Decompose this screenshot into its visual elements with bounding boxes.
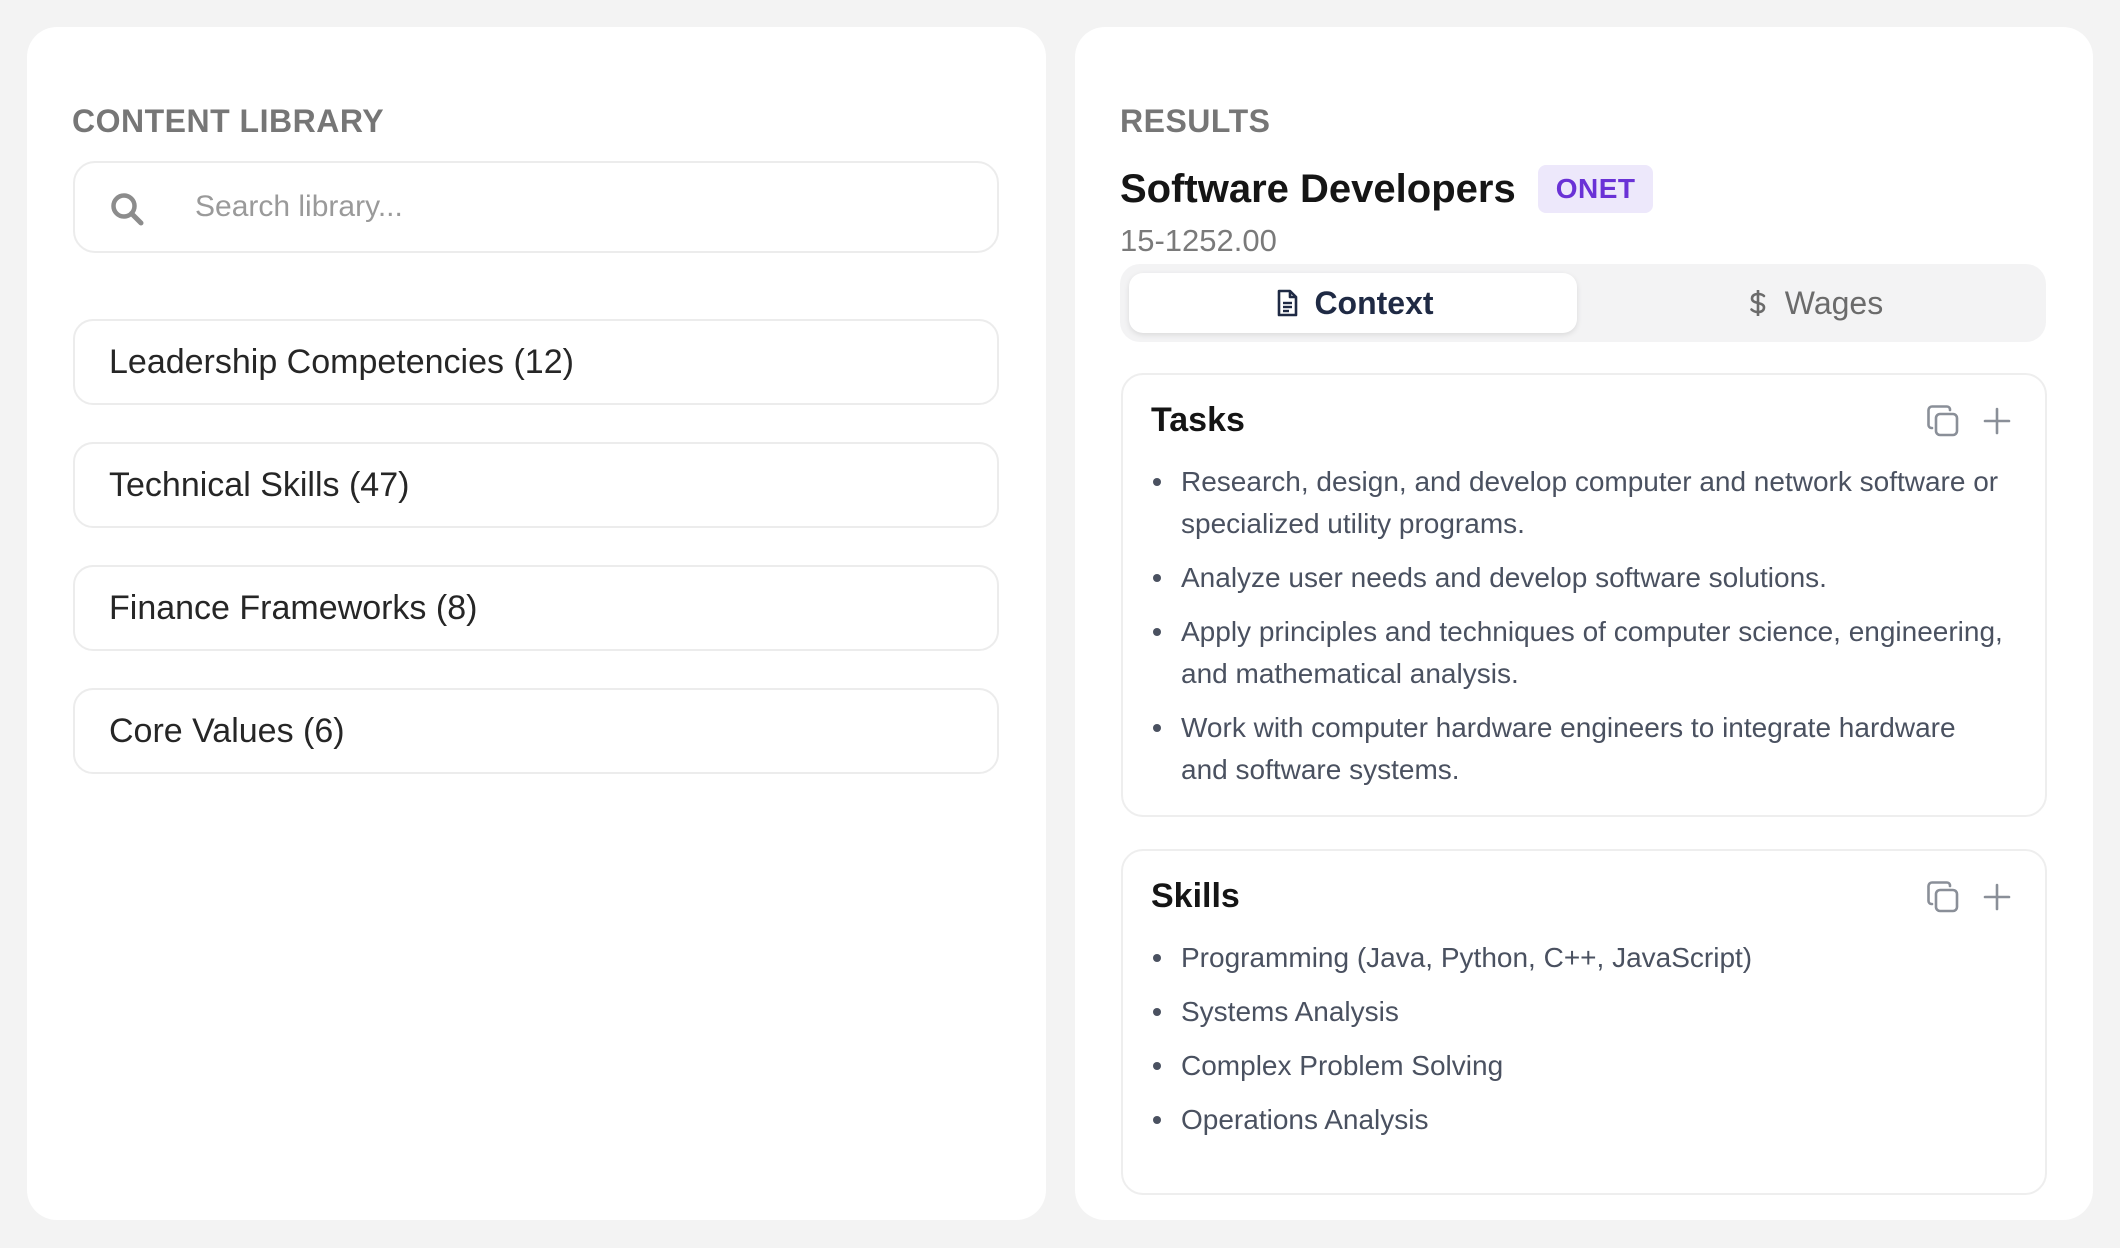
tasks-card: Tasks Research, design, and develop comp… xyxy=(1121,373,2047,817)
document-icon xyxy=(1272,288,1302,318)
results-panel: RESULTS Software Developers ONET 15-1252… xyxy=(1075,27,2093,1220)
plus-icon[interactable] xyxy=(1979,879,2015,915)
list-item: Research, design, and develop computer a… xyxy=(1151,461,2005,545)
list-item: Work with computer hardware engineers to… xyxy=(1151,707,2005,791)
skills-actions xyxy=(1925,879,2015,915)
occupation-header: Software Developers ONET xyxy=(1120,165,1654,213)
tasks-actions xyxy=(1925,403,2015,439)
skills-title: Skills xyxy=(1151,877,1240,915)
tab-context[interactable]: Context xyxy=(1129,273,1577,333)
library-item-leadership-competencies[interactable]: Leadership Competencies (12) xyxy=(73,319,999,405)
list-item: Operations Analysis xyxy=(1151,1099,2005,1141)
list-item: Systems Analysis xyxy=(1151,991,2005,1033)
occupation-title: Software Developers xyxy=(1120,166,1516,211)
list-item: Complex Problem Solving xyxy=(1151,1045,2005,1087)
tab-wages[interactable]: Wages xyxy=(1589,273,2037,333)
content-library-panel: CONTENT LIBRARY Leadership Competencies … xyxy=(27,27,1046,1220)
library-item-core-values[interactable]: Core Values (6) xyxy=(73,688,999,774)
skills-card: Skills Programming (Java, Python, C++, J… xyxy=(1121,849,2047,1195)
library-item-technical-skills[interactable]: Technical Skills (47) xyxy=(73,442,999,528)
search-box[interactable] xyxy=(73,161,999,253)
skills-list: Programming (Java, Python, C++, JavaScri… xyxy=(1151,937,2005,1153)
source-badge: ONET xyxy=(1537,165,1654,213)
copy-icon[interactable] xyxy=(1925,879,1961,915)
content-library-heading: CONTENT LIBRARY xyxy=(72,103,385,139)
search-icon xyxy=(109,191,145,227)
library-item-finance-frameworks[interactable]: Finance Frameworks (8) xyxy=(73,565,999,651)
search-input[interactable] xyxy=(195,163,975,251)
copy-icon[interactable] xyxy=(1925,403,1961,439)
tab-context-label: Context xyxy=(1314,284,1434,321)
tasks-title: Tasks xyxy=(1151,401,1245,439)
results-heading: RESULTS xyxy=(1120,103,1271,139)
list-item: Programming (Java, Python, C++, JavaScri… xyxy=(1151,937,2005,979)
list-item: Analyze user needs and develop software … xyxy=(1151,557,2005,599)
occupation-code: 15-1252.00 xyxy=(1120,223,1277,258)
tab-wages-label: Wages xyxy=(1784,284,1884,321)
results-tabs: Context Wages xyxy=(1120,264,2046,342)
plus-icon[interactable] xyxy=(1979,403,2015,439)
list-item: Apply principles and techniques of compu… xyxy=(1151,611,2005,695)
tasks-list: Research, design, and develop computer a… xyxy=(1151,461,2005,803)
dollar-icon xyxy=(1743,288,1773,318)
